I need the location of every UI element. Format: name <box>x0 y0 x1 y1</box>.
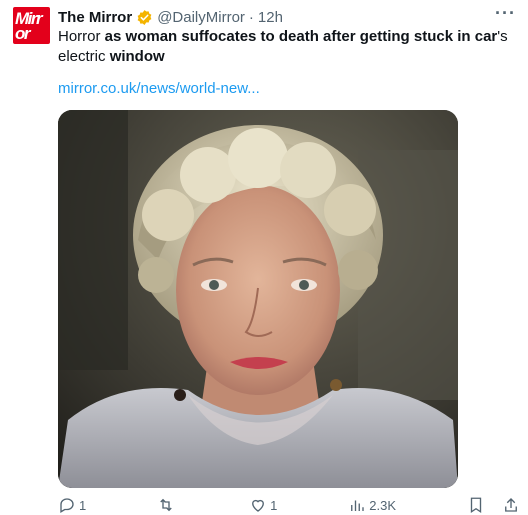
share-icon[interactable] <box>502 496 520 514</box>
more-options-icon[interactable]: ··· <box>495 4 516 22</box>
tweet-actions-bar: 1 1 2.3K <box>58 495 520 515</box>
avatar[interactable]: Mirr or <box>13 7 50 44</box>
article-link[interactable]: mirror.co.uk/news/world-new... <box>58 80 260 97</box>
retweet-button[interactable] <box>157 496 178 514</box>
reply-count: 1 <box>79 497 87 513</box>
views-button[interactable]: 2.3K <box>348 496 396 514</box>
tweet-media-photo[interactable] <box>58 110 458 488</box>
verified-badge-icon[interactable] <box>136 9 153 26</box>
tweet-text-part2: as woman suffocates to death after getti… <box>104 28 498 45</box>
reply-icon <box>60 498 74 513</box>
like-count: 1 <box>270 497 278 513</box>
bookmark-share-group <box>467 496 520 514</box>
tweet-header: The Mirror @DailyMirror · 12h <box>58 7 283 27</box>
reply-button[interactable]: 1 <box>58 496 86 514</box>
heart-icon <box>252 499 265 512</box>
portrait-photo <box>58 110 458 488</box>
tweet-text: Horror as woman suffocates to death afte… <box>58 27 520 67</box>
avatar-text-line2: or <box>15 23 31 43</box>
tweet-text-part1: Horror <box>58 28 105 45</box>
like-button[interactable]: 1 <box>249 496 277 514</box>
tweet-time[interactable]: 12h <box>258 9 283 26</box>
bookmark-icon[interactable] <box>467 496 485 514</box>
header-separator: · <box>248 8 254 26</box>
author-name[interactable]: The Mirror <box>58 9 132 26</box>
views-count: 2.3K <box>369 497 397 513</box>
tweet-text-part4: window <box>109 48 165 65</box>
author-handle[interactable]: @DailyMirror <box>157 9 245 26</box>
views-icon <box>351 500 364 511</box>
retweet-icon <box>160 498 172 512</box>
